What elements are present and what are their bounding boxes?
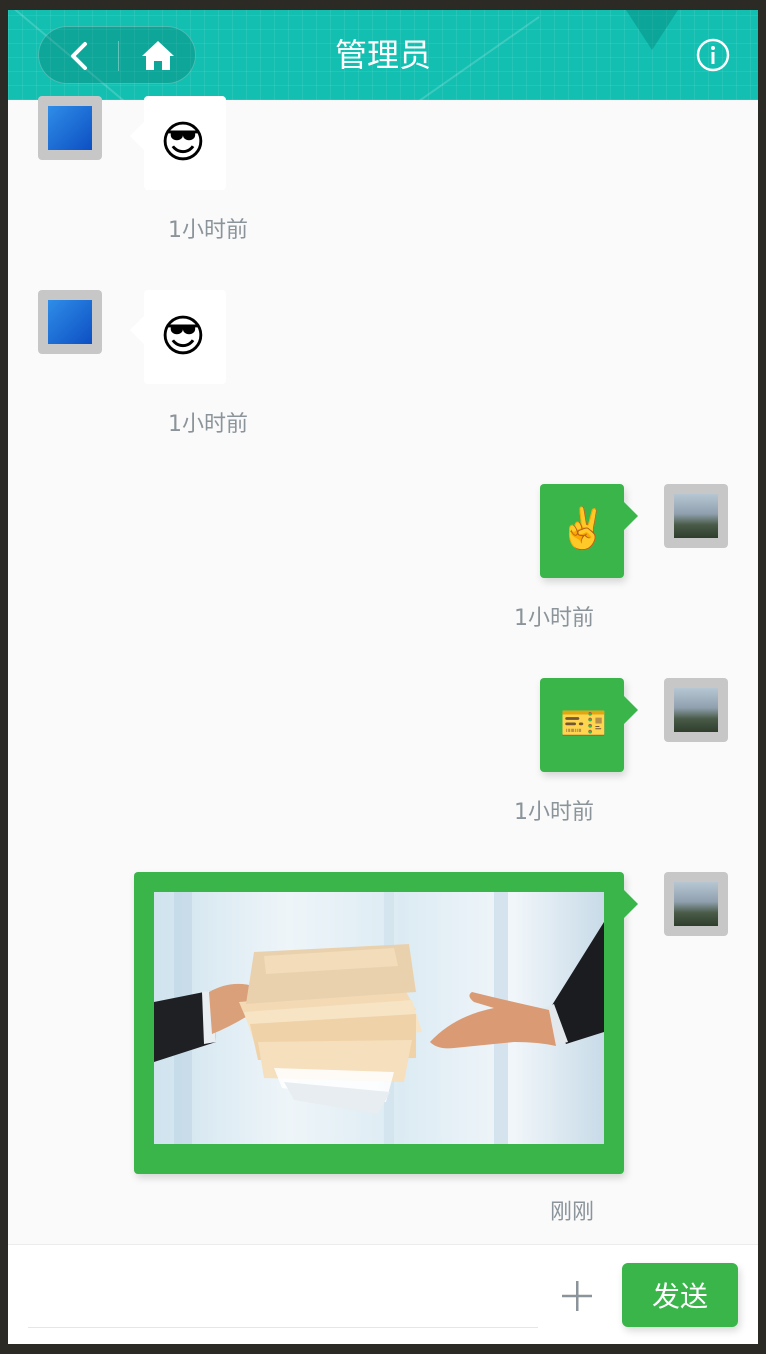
message-bubble[interactable]: 🎫 (540, 678, 638, 772)
info-icon (696, 38, 730, 72)
avatar-admin[interactable] (38, 96, 102, 160)
plus-icon (562, 1281, 592, 1311)
avatar-self[interactable] (664, 484, 728, 548)
message-time: 1小时前 (514, 800, 594, 825)
message-bubble[interactable]: 😎 (130, 96, 226, 190)
image-message-bubble[interactable] (134, 872, 638, 1174)
handshake-documents-image[interactable] (154, 892, 604, 1144)
send-button[interactable]: 发送 (622, 1263, 738, 1327)
message-time: 1小时前 (168, 412, 248, 437)
home-button[interactable] (119, 27, 197, 85)
avatar-self[interactable] (664, 678, 728, 742)
avatar-admin[interactable] (38, 290, 102, 354)
message-time: 刚刚 (550, 1200, 595, 1225)
chevron-left-icon (71, 42, 87, 70)
info-button[interactable] (696, 38, 730, 72)
emoji-sunglasses: 😎 (160, 311, 206, 362)
emoji-victory-hand: ✌️ (558, 506, 608, 552)
message-time: 1小时前 (168, 218, 248, 243)
message-time: 1小时前 (514, 606, 594, 631)
chat-screen: 管理员 😎 1小时前 😎 1小时前 ✌️ 1小时前 🎫 1小时前 刚刚 发送 (8, 10, 758, 1344)
header-bar: 管理员 (8, 10, 758, 100)
message-input[interactable] (28, 1263, 538, 1328)
attach-button[interactable] (560, 1279, 594, 1313)
home-icon (142, 41, 174, 70)
message-bubble[interactable]: 😎 (130, 290, 226, 384)
emoji-card: 🎫 (560, 701, 608, 745)
emoji-sunglasses: 😎 (160, 117, 206, 168)
composer-bar: 发送 (8, 1244, 758, 1344)
avatar-self[interactable] (664, 872, 728, 936)
back-button[interactable] (39, 27, 118, 85)
message-bubble[interactable]: ✌️ (540, 484, 638, 578)
photo-illustration (154, 892, 604, 1144)
nav-pill (38, 26, 196, 84)
